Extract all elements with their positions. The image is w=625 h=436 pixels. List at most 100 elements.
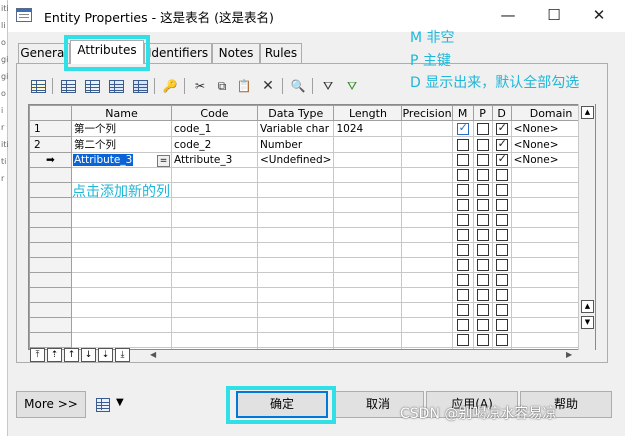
empty-cell[interactable]: [256, 317, 335, 333]
empty-checkbox[interactable]: [495, 289, 508, 301]
empty-cell[interactable]: [451, 182, 474, 198]
add-attributes-icon[interactable]: [106, 76, 126, 96]
empty-checkbox[interactable]: [476, 304, 489, 316]
column-header-primary[interactable]: P: [472, 105, 493, 121]
empty-cell[interactable]: [491, 197, 512, 213]
empty-cell[interactable]: [29, 242, 72, 258]
cell-code[interactable]: code_2: [171, 136, 258, 153]
empty-cell[interactable]: [71, 272, 172, 288]
empty-cell[interactable]: [491, 272, 512, 288]
empty-cell[interactable]: [451, 272, 474, 288]
empty-checkbox[interactable]: [495, 304, 508, 316]
close-button[interactable]: ✕: [576, 0, 622, 32]
move-page-down-button[interactable]: ⇣: [98, 348, 113, 362]
empty-checkbox[interactable]: [456, 334, 469, 346]
empty-cell[interactable]: [171, 197, 258, 213]
empty-checkbox[interactable]: [495, 259, 508, 271]
empty-cell[interactable]: [451, 332, 474, 348]
maximize-button[interactable]: ☐: [531, 0, 577, 32]
empty-cell[interactable]: [29, 182, 72, 198]
name-edit-selection[interactable]: Attribute_3: [73, 153, 134, 166]
empty-checkbox[interactable]: [456, 244, 469, 256]
empty-cell[interactable]: [171, 227, 258, 243]
primary-checkbox[interactable]: [476, 154, 489, 166]
cut-icon[interactable]: ✂: [190, 76, 210, 96]
empty-checkbox[interactable]: [495, 274, 508, 286]
empty-row[interactable]: [29, 302, 592, 318]
empty-checkbox[interactable]: [456, 199, 469, 211]
cell-precision[interactable]: [401, 136, 453, 153]
cell-length[interactable]: [333, 152, 403, 168]
cell-primary[interactable]: [472, 120, 493, 137]
title-bar[interactable]: Entity Properties - 这是表名 (这是表名) — ☐ ✕: [8, 0, 625, 32]
tab-identifiers[interactable]: Identifiers: [144, 43, 212, 63]
cell-data-type[interactable]: Variable char: [256, 120, 335, 137]
empty-cell[interactable]: [451, 227, 474, 243]
empty-cell[interactable]: [256, 212, 335, 228]
empty-cell[interactable]: [71, 227, 172, 243]
cell-displayed[interactable]: [491, 120, 512, 137]
empty-cell[interactable]: [491, 257, 512, 273]
more-button[interactable]: More >>: [16, 391, 86, 418]
empty-cell[interactable]: [256, 257, 335, 273]
cell-displayed[interactable]: [491, 152, 512, 168]
tab-rules[interactable]: Rules: [260, 43, 302, 63]
empty-cell[interactable]: [491, 287, 512, 303]
empty-row[interactable]: [29, 212, 592, 228]
move-down-button[interactable]: ↓: [81, 348, 96, 362]
empty-cell[interactable]: [491, 317, 512, 333]
empty-checkbox[interactable]: [495, 244, 508, 256]
empty-cell[interactable]: [171, 167, 258, 183]
empty-cell[interactable]: [333, 182, 403, 198]
empty-checkbox[interactable]: [456, 184, 469, 196]
empty-cell[interactable]: [333, 167, 403, 183]
table-row[interactable]: 1 第一个列 code_1 Variable char 1024 <None>: [29, 120, 592, 137]
empty-row[interactable]: [29, 272, 592, 288]
cell-precision[interactable]: [401, 120, 453, 137]
add-row-icon[interactable]: [82, 76, 102, 96]
empty-cell[interactable]: [256, 242, 335, 258]
empty-checkbox[interactable]: [456, 274, 469, 286]
empty-cell[interactable]: [71, 257, 172, 273]
column-header-name[interactable]: Name: [71, 105, 172, 121]
cell-code[interactable]: Attribute_3: [171, 152, 258, 168]
cell-length[interactable]: 1024: [333, 120, 403, 137]
empty-cell[interactable]: [401, 182, 453, 198]
column-header-data-type[interactable]: Data Type: [256, 105, 335, 121]
empty-cell[interactable]: [401, 242, 453, 258]
empty-checkbox[interactable]: [476, 244, 489, 256]
empty-cell[interactable]: [29, 272, 72, 288]
empty-cell[interactable]: [256, 227, 335, 243]
empty-cell[interactable]: [256, 167, 335, 183]
current-row-arrow-icon[interactable]: ➡: [29, 152, 72, 168]
empty-cell[interactable]: [472, 197, 493, 213]
empty-cell[interactable]: [491, 302, 512, 318]
empty-cell[interactable]: [472, 182, 493, 198]
cell-name[interactable]: 第一个列: [71, 120, 172, 137]
empty-cell[interactable]: [472, 227, 493, 243]
empty-cell[interactable]: [472, 257, 493, 273]
empty-cell[interactable]: [333, 242, 403, 258]
empty-cell[interactable]: [333, 227, 403, 243]
name-edit-button[interactable]: =: [157, 154, 170, 167]
cell-primary[interactable]: [472, 136, 493, 153]
empty-cell[interactable]: [256, 332, 335, 348]
empty-cell[interactable]: [401, 287, 453, 303]
empty-cell[interactable]: [401, 302, 453, 318]
empty-cell[interactable]: [401, 317, 453, 333]
primary-checkbox[interactable]: [476, 138, 489, 151]
cell-code[interactable]: code_1: [171, 120, 258, 137]
move-top-button[interactable]: ⤒: [30, 348, 45, 362]
empty-cell[interactable]: [333, 317, 403, 333]
empty-cell[interactable]: [171, 287, 258, 303]
empty-cell[interactable]: [256, 197, 335, 213]
scroll-left-button[interactable]: ◀: [150, 350, 156, 359]
empty-cell[interactable]: [29, 227, 72, 243]
column-header-length[interactable]: Length: [333, 105, 403, 121]
empty-cell[interactable]: [171, 272, 258, 288]
empty-cell[interactable]: [333, 272, 403, 288]
empty-cell[interactable]: [71, 242, 172, 258]
empty-cell[interactable]: [171, 302, 258, 318]
cell-length[interactable]: [333, 136, 403, 153]
paste-icon[interactable]: 📋: [234, 76, 254, 96]
